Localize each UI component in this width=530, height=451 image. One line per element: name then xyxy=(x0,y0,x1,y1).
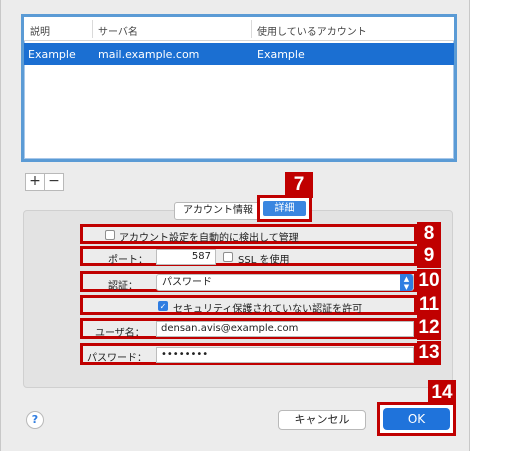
marker-9: 9 xyxy=(417,244,441,268)
add-server-button[interactable]: + xyxy=(25,173,45,191)
password-input[interactable]: •••••••• xyxy=(156,347,414,363)
auth-method-select[interactable]: パスワード ▲ ▼ xyxy=(156,274,414,291)
highlight-box-8: アカウント設定を自動的に検出して管理 xyxy=(80,224,417,244)
marker-10: 10 xyxy=(417,269,441,293)
ssl-label: SSL を使用 xyxy=(238,255,290,266)
cancel-button[interactable]: キャンセル xyxy=(278,410,366,430)
highlight-box-7: 詳細 xyxy=(257,195,312,222)
smtp-server-table[interactable]: 説明 サーバ名 使用しているアカウント Example mail.example… xyxy=(21,14,457,162)
allow-insecure-label: セキュリティ保護されていない認証を許可 xyxy=(173,304,363,315)
highlight-box-9: ポート： 587 SSL を使用 xyxy=(80,246,417,266)
tab-account-info[interactable]: アカウント情報 xyxy=(174,202,262,220)
port-input[interactable]: 587 xyxy=(156,249,216,265)
auto-detect-checkbox[interactable] xyxy=(105,230,115,240)
allow-insecure-checkbox[interactable]: ✓ xyxy=(158,301,168,311)
cell-account: Example xyxy=(257,48,305,61)
cell-description: Example xyxy=(28,48,76,61)
marker-11: 11 xyxy=(417,293,441,317)
auto-detect-label: アカウント設定を自動的に検出して管理 xyxy=(119,233,299,244)
column-divider xyxy=(251,20,252,38)
ok-button[interactable]: OK xyxy=(383,408,450,430)
column-header-description[interactable]: 説明 xyxy=(30,23,50,38)
auth-method-value: パスワード xyxy=(162,277,212,288)
table-row-selected[interactable]: Example mail.example.com Example xyxy=(24,43,454,65)
marker-8: 8 xyxy=(417,222,441,246)
password-label: パスワード： xyxy=(87,353,147,364)
highlight-box-10: 認証： パスワード ▲ ▼ xyxy=(80,271,417,292)
column-header-account[interactable]: 使用しているアカウント xyxy=(257,23,367,38)
highlight-box-11: ✓ セキュリティ保護されていない認証を許可 xyxy=(80,295,417,315)
highlight-box-12: ユーザ名： densan.avis@example.com xyxy=(80,318,417,339)
tab-detail[interactable]: 詳細 xyxy=(263,201,306,216)
auth-label: 認証： xyxy=(108,281,138,292)
port-label: ポート： xyxy=(108,255,148,266)
ssl-checkbox[interactable] xyxy=(223,252,233,262)
column-header-server[interactable]: サーバ名 xyxy=(98,23,138,38)
username-label: ユーザ名： xyxy=(95,328,145,339)
table-header: 説明 サーバ名 使用しているアカウント xyxy=(24,17,454,41)
username-input[interactable]: densan.avis@example.com xyxy=(156,321,414,337)
smtp-server-dialog: 説明 サーバ名 使用しているアカウント Example mail.example… xyxy=(0,0,470,451)
highlight-box-13: パスワード： •••••••• xyxy=(80,343,417,365)
select-arrows-icon: ▲ ▼ xyxy=(400,274,413,291)
highlight-box-14: OK xyxy=(377,402,456,436)
marker-13: 13 xyxy=(417,341,441,365)
marker-12: 12 xyxy=(417,316,441,340)
column-divider xyxy=(92,20,93,38)
remove-server-button[interactable]: − xyxy=(44,173,64,191)
marker-7: 7 xyxy=(285,172,313,198)
help-button[interactable]: ? xyxy=(26,411,44,429)
cell-server: mail.example.com xyxy=(98,48,200,61)
